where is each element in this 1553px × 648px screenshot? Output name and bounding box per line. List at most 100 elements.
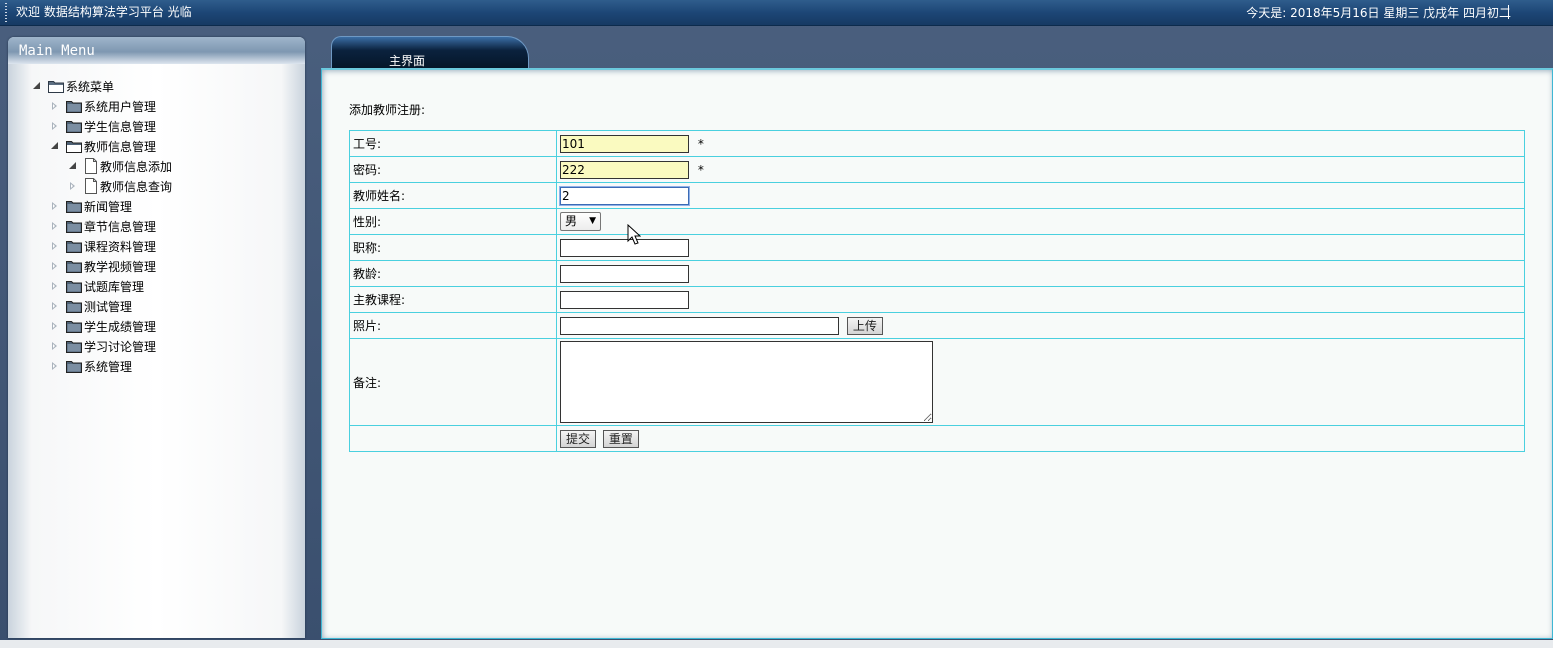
id-field[interactable] (560, 134, 689, 153)
expand-arrow-icon[interactable] (50, 321, 60, 331)
table-row: 教师姓名: (349, 182, 1525, 209)
sidebar-item-system[interactable]: 系统管理 (50, 357, 132, 375)
gender-label: 性别: (349, 208, 557, 235)
photo-path-field[interactable] (560, 316, 839, 335)
folder-icon (66, 200, 82, 213)
main-course-field[interactable] (560, 290, 689, 309)
job-title-field[interactable] (560, 238, 689, 257)
sidebar-item-teachers[interactable]: 教师信息管理 (50, 137, 156, 155)
title-cell (556, 234, 1525, 261)
tab-main[interactable]: 主界面 (331, 36, 529, 70)
submit-button[interactable]: 提交 (560, 429, 597, 448)
main-panel: 添加教师注册: 工号: * 密码: * 教师姓名: 性别: 男▼ (321, 68, 1553, 639)
sidebar-item-label: 课程资料管理 (84, 239, 157, 254)
required-mark: * (697, 162, 704, 177)
sidebar-item-chapters[interactable]: 章节信息管理 (50, 217, 156, 235)
menu-tree: 系统菜单 系统用户管理 学生信息管理 教师信息管理 教师信息添加 教师信息查询 (8, 37, 305, 638)
expand-arrow-icon[interactable] (50, 301, 60, 311)
course-cell (556, 286, 1525, 313)
expand-arrow-icon[interactable] (50, 281, 60, 291)
sidebar-item-tests[interactable]: 测试管理 (50, 297, 132, 315)
sidebar-item-users[interactable]: 系统用户管理 (50, 97, 156, 115)
remark-label: 备注: (349, 338, 557, 426)
sidebar-item-label: 学习讨论管理 (84, 339, 157, 354)
sidebar-item-grades[interactable]: 学生成绩管理 (50, 317, 156, 335)
id-label: 工号: (349, 130, 557, 157)
folder-icon (66, 300, 82, 313)
password-label: 密码: (349, 156, 557, 183)
sidebar-item-label: 试题库管理 (84, 279, 145, 294)
chevron-down-icon: ▼ (589, 216, 596, 226)
teaching-years-field[interactable] (560, 264, 689, 283)
folder-icon (66, 220, 82, 233)
grip-handle (5, 3, 7, 22)
expand-arrow-icon[interactable] (50, 121, 60, 131)
password-field[interactable] (560, 160, 689, 179)
expand-arrow-icon[interactable] (50, 341, 60, 351)
empty-cell (349, 425, 557, 452)
status-strip (0, 640, 1553, 648)
table-row: 主教课程: (349, 286, 1525, 313)
sidebar-item-news[interactable]: 新闻管理 (50, 197, 132, 215)
expand-arrow-icon[interactable] (50, 261, 60, 271)
expand-arrow-icon[interactable] (68, 161, 78, 171)
table-row: 性别: 男 ▼ (349, 208, 1525, 235)
photo-cell: 上传 (556, 312, 1525, 339)
sidebar-item-label: 系统管理 (84, 359, 133, 374)
gender-select[interactable]: 男 ▼ (560, 212, 601, 231)
sidebar-item-question-bank[interactable]: 试题库管理 (50, 277, 144, 295)
top-bar: 欢迎 数据结构算法学习平台 光临 今天是: 2018年5月16日 星期三 戊戌年… (0, 0, 1553, 26)
form-title: 添加教师注册: (349, 103, 426, 117)
expand-arrow-icon[interactable] (50, 241, 60, 251)
years-cell (556, 260, 1525, 287)
tree-root[interactable]: 系统菜单 (32, 77, 114, 95)
sidebar-item-discussions[interactable]: 学习讨论管理 (50, 337, 156, 355)
folder-icon (66, 100, 82, 113)
expand-arrow-icon[interactable] (50, 141, 60, 151)
sidebar-item-teacher-add[interactable]: 教师信息添加 (68, 157, 172, 175)
folder-icon (66, 120, 82, 133)
table-row: 密码: * (349, 156, 1525, 183)
name-cell (556, 182, 1525, 209)
name-label: 教师姓名: (349, 182, 557, 209)
table-row: 提交 重置 (349, 425, 1525, 452)
folder-icon (66, 340, 82, 353)
sidebar-item-label: 学生成绩管理 (84, 319, 157, 334)
upload-button[interactable]: 上传 (846, 316, 883, 335)
reset-button[interactable]: 重置 (602, 429, 639, 448)
sidebar-item-label: 测试管理 (84, 299, 133, 314)
sidebar-item-teacher-query[interactable]: 教师信息查询 (68, 177, 172, 195)
actions-cell: 提交 重置 (556, 425, 1525, 452)
course-label: 主教课程: (349, 286, 557, 313)
sidebar-item-label: 新闻管理 (84, 199, 133, 214)
date-text: 今天是: 2018年5月16日 星期三 戊戌年 四月初二 (1246, 6, 1511, 20)
remark-textarea[interactable] (560, 341, 933, 423)
sidebar-item-students[interactable]: 学生信息管理 (50, 117, 156, 135)
expand-arrow-icon[interactable] (50, 201, 60, 211)
expand-arrow-icon[interactable] (50, 101, 60, 111)
id-cell: * (556, 130, 1525, 157)
sidebar-item-materials[interactable]: 课程资料管理 (50, 237, 156, 255)
folder-open-icon (66, 140, 82, 153)
welcome-text: 欢迎 数据结构算法学习平台 光临 (16, 5, 192, 19)
expand-arrow-icon[interactable] (32, 81, 42, 91)
sidebar: Main Menu 系统菜单 系统用户管理 学生信息管理 教师信息管理 教师信息… (8, 37, 305, 638)
title-label: 职称: (349, 234, 557, 261)
photo-label: 照片: (349, 312, 557, 339)
sidebar-item-videos[interactable]: 教学视频管理 (50, 257, 156, 275)
folder-icon (66, 360, 82, 373)
folder-icon (66, 240, 82, 253)
table-row: 职称: (349, 234, 1525, 261)
sidebar-item-label: 学生信息管理 (84, 119, 157, 134)
sidebar-item-label: 教师信息查询 (100, 179, 173, 194)
expand-arrow-icon[interactable] (68, 181, 78, 191)
expand-arrow-icon[interactable] (50, 221, 60, 231)
tree-root-label: 系统菜单 (66, 79, 115, 94)
table-row: 工号: * (349, 130, 1525, 157)
table-row: 照片: 上传 (349, 312, 1525, 339)
teacher-name-field[interactable] (559, 185, 690, 206)
date-separator (1508, 5, 1509, 19)
folder-icon (66, 260, 82, 273)
folder-icon (66, 320, 82, 333)
expand-arrow-icon[interactable] (50, 361, 60, 371)
